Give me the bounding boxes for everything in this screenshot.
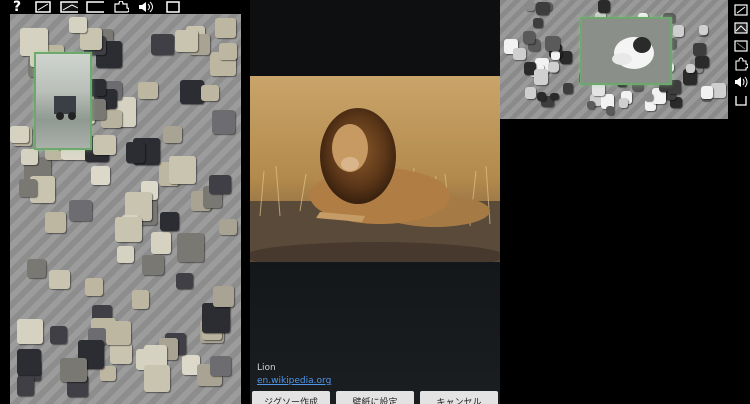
puzzle-piece[interactable] (532, 17, 544, 29)
puzzle-piece[interactable] (116, 245, 135, 263)
preview-icon[interactable] (733, 21, 748, 35)
puzzle-piece[interactable] (10, 126, 29, 143)
image-info-area: Lion en.wikipedia.org ジグソー作成 壁紙に設定 キャンセル (250, 262, 500, 404)
puzzle-piece[interactable] (209, 175, 231, 194)
puzzle-piece[interactable] (525, 86, 537, 99)
fullscreen-icon[interactable] (164, 1, 182, 13)
puzzle-piece[interactable] (59, 357, 88, 383)
puzzle-piece[interactable] (44, 211, 67, 234)
puzzle-piece[interactable] (618, 97, 628, 108)
puzzle-piece-icon[interactable] (734, 57, 748, 71)
puzzle-piece[interactable] (218, 218, 237, 236)
set-wallpaper-button[interactable]: 壁紙に設定 (336, 391, 414, 404)
puzzle-piece[interactable] (131, 289, 149, 310)
puzzle-piece[interactable] (151, 232, 171, 254)
puzzle-piece[interactable] (548, 62, 560, 73)
puzzle-piece[interactable] (209, 356, 232, 376)
puzzle-piece[interactable] (597, 0, 610, 14)
puzzle-piece[interactable] (159, 211, 180, 231)
source-link[interactable]: en.wikipedia.org (257, 376, 331, 386)
puzzle-piece[interactable] (176, 272, 194, 289)
puzzle-piece[interactable] (219, 42, 238, 60)
puzzle-piece[interactable] (534, 69, 549, 85)
puzzle-piece[interactable] (711, 83, 726, 99)
puzzle-piece-icon[interactable] (112, 1, 130, 13)
image-caption: Lion (257, 363, 276, 373)
puzzle-piece[interactable] (91, 166, 110, 186)
scatter-icon[interactable] (34, 1, 52, 13)
puzzle-piece[interactable] (605, 105, 615, 115)
puzzle-piece[interactable] (27, 258, 47, 278)
puzzle-piece[interactable] (144, 365, 171, 392)
puzzle-piece[interactable] (69, 200, 93, 222)
right-puzzle-screen (500, 0, 750, 119)
puzzle-piece[interactable] (50, 325, 67, 344)
puzzle-piece[interactable] (201, 84, 220, 102)
puzzle-piece[interactable] (536, 92, 546, 101)
puzzle-piece[interactable] (212, 109, 235, 135)
puzzle-piece[interactable] (16, 375, 35, 396)
puzzle-piece[interactable] (68, 16, 87, 33)
puzzle-piece[interactable] (16, 349, 41, 375)
create-jigsaw-button[interactable]: ジグソー作成 (252, 391, 330, 404)
lion-photo (250, 76, 500, 262)
puzzle-piece[interactable] (49, 269, 70, 289)
puzzle-piece[interactable] (84, 277, 104, 297)
background-icon[interactable] (86, 1, 104, 13)
puzzle-board[interactable] (10, 14, 241, 404)
puzzle-piece[interactable] (126, 142, 146, 164)
left-puzzle-screen: ? (0, 0, 250, 404)
background-icon[interactable] (733, 39, 748, 53)
puzzle-piece[interactable] (110, 343, 132, 365)
sound-icon[interactable] (138, 1, 156, 13)
puzzle-piece[interactable] (698, 24, 709, 36)
puzzle-piece[interactable] (92, 135, 116, 155)
puzzle-piece[interactable] (522, 31, 535, 45)
puzzle-piece[interactable] (19, 179, 38, 198)
puzzle-piece[interactable] (214, 17, 237, 38)
puzzle-piece[interactable] (174, 30, 198, 53)
puzzle-piece[interactable] (213, 285, 234, 307)
puzzle-piece[interactable] (695, 55, 710, 69)
puzzle-piece[interactable] (141, 255, 165, 276)
puzzle-piece[interactable] (544, 36, 560, 51)
fullscreen-icon[interactable] (734, 93, 748, 107)
puzzle-piece[interactable] (562, 82, 574, 95)
puzzle-piece[interactable] (644, 93, 653, 101)
puzzle-piece[interactable] (693, 42, 706, 57)
puzzle-piece[interactable] (549, 92, 559, 101)
preview-icon[interactable] (60, 1, 78, 13)
puzzle-piece[interactable] (179, 79, 204, 105)
puzzle-piece[interactable] (168, 155, 197, 184)
puzzle-piece[interactable] (202, 303, 230, 334)
puzzle-piece[interactable] (587, 101, 596, 110)
puzzle-piece[interactable] (673, 25, 684, 37)
puzzle-piece[interactable] (700, 85, 713, 100)
right-toolbar (731, 0, 750, 119)
preview-frame-right[interactable] (580, 17, 672, 85)
puzzle-piece[interactable] (114, 217, 143, 243)
puzzle-board-right[interactable] (500, 0, 728, 119)
puzzle-piece[interactable] (176, 233, 205, 263)
puzzle-piece[interactable] (513, 47, 526, 61)
help-icon[interactable]: ? (8, 0, 26, 14)
image-select-dialog: Lion en.wikipedia.org ジグソー作成 壁紙に設定 キャンセル (250, 0, 500, 404)
puzzle-piece[interactable] (162, 125, 183, 143)
puzzle-piece[interactable] (150, 33, 175, 55)
puzzle-piece[interactable] (106, 320, 132, 346)
puzzle-piece[interactable] (686, 64, 696, 73)
puzzle-piece[interactable] (138, 81, 159, 100)
sound-icon[interactable] (734, 75, 748, 89)
puzzle-piece[interactable] (536, 1, 549, 16)
cancel-button[interactable]: キャンセル (420, 391, 498, 404)
puzzle-piece[interactable] (525, 1, 535, 12)
scatter-icon[interactable] (733, 3, 748, 17)
puzzle-piece[interactable] (17, 319, 44, 345)
preview-frame[interactable] (34, 52, 92, 150)
puzzle-piece[interactable] (551, 51, 560, 61)
left-toolbar: ? (0, 0, 182, 14)
